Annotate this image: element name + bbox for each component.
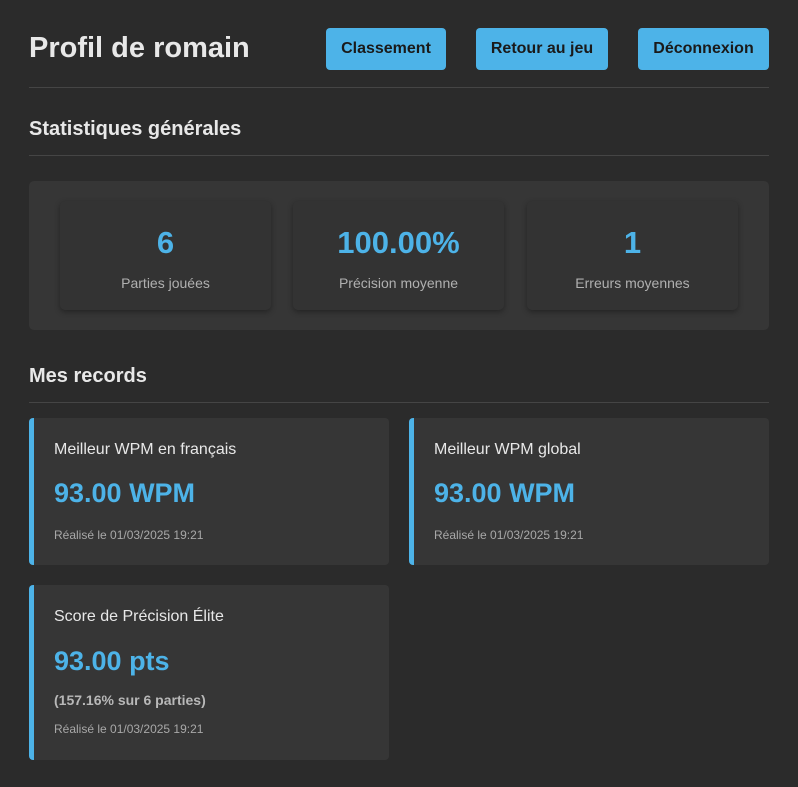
record-title: Meilleur WPM en français — [54, 441, 237, 458]
record-title: Meilleur WPM global — [434, 441, 581, 458]
stat-label: Parties jouées — [121, 275, 210, 291]
stat-card-average-errors: 1 Erreurs moyennes — [527, 201, 738, 310]
page-title: Profil de romain — [29, 32, 250, 64]
stats-heading: Statistiques générales — [29, 118, 242, 140]
logout-button[interactable]: Déconnexion — [638, 28, 769, 70]
stat-label: Précision moyenne — [338, 275, 459, 291]
stat-value: 100.00% — [337, 225, 460, 260]
stats-panel: 6 Parties jouées 100.00% Précision moyen… — [29, 181, 769, 330]
stat-value: 6 — [156, 225, 175, 260]
record-value: 93.00 pts — [54, 646, 170, 676]
records-heading: Mes records — [29, 365, 147, 387]
record-date: Réalisé le 01/03/2025 19:21 — [434, 528, 584, 542]
stats-divider — [29, 155, 769, 156]
record-card-wpm-global: Meilleur WPM global 93.00 WPM Réalisé le… — [409, 418, 769, 565]
record-extra: (157.16% sur 6 parties) — [54, 692, 206, 708]
record-value: 93.00 WPM — [54, 478, 196, 508]
record-card-wpm-french: Meilleur WPM en français 93.00 WPM Réali… — [29, 418, 389, 565]
stat-label: Erreurs moyennes — [575, 275, 690, 291]
profile-page: Profil de romain Classement Retour au je… — [29, 0, 769, 760]
record-card-precision-elite: Score de Précision Élite 93.00 pts (157.… — [29, 585, 389, 760]
record-date: Réalisé le 01/03/2025 19:21 — [54, 722, 204, 736]
header: Profil de romain Classement Retour au je… — [29, 0, 769, 88]
stat-card-average-accuracy: 100.00% Précision moyenne — [293, 201, 504, 310]
stat-card-games-played: 6 Parties jouées — [60, 201, 271, 310]
record-title: Score de Précision Élite — [54, 608, 224, 625]
record-date: Réalisé le 01/03/2025 19:21 — [54, 528, 204, 542]
back-to-game-button[interactable]: Retour au jeu — [476, 28, 608, 70]
records-divider — [29, 402, 769, 403]
record-value: 93.00 WPM — [434, 478, 576, 508]
stat-value: 1 — [623, 225, 642, 260]
classement-button[interactable]: Classement — [326, 28, 446, 70]
